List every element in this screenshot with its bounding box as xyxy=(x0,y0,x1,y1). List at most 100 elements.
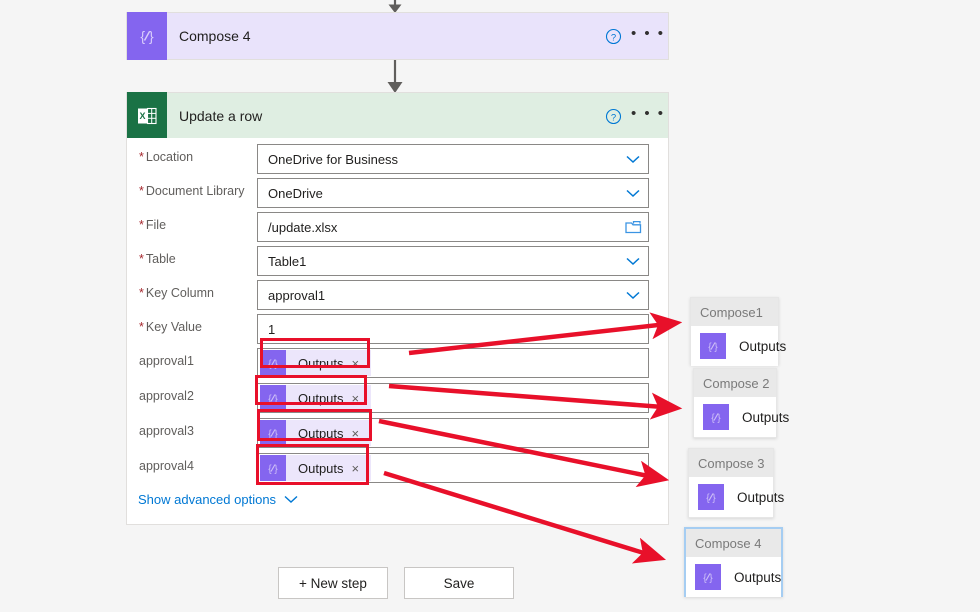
chevron-down-icon[interactable] xyxy=(618,291,648,300)
excel-icon: X xyxy=(127,92,167,140)
token-label: Outputs xyxy=(298,460,344,476)
ellipsis-icon[interactable]: • • • xyxy=(628,105,668,128)
svg-text:{ }: { } xyxy=(703,573,713,584)
approval3-token-input[interactable]: { } Outputs × xyxy=(257,418,649,448)
output-card-title: Compose 4 xyxy=(686,529,781,557)
output-label: Outputs xyxy=(739,338,787,354)
token-remove-icon[interactable]: × xyxy=(352,426,372,441)
approval4-token-input[interactable]: { } Outputs × xyxy=(257,453,649,483)
compose-braces-icon: { } xyxy=(703,404,729,430)
field-label-key-value: * Key Value xyxy=(139,320,202,334)
approval2-token-input[interactable]: { } Outputs × xyxy=(257,383,649,413)
update-a-row-form-panel: * Location OneDrive for Business * Documen… xyxy=(126,138,669,525)
chevron-down-icon[interactable] xyxy=(618,189,648,198)
svg-text:{ }: { } xyxy=(706,493,716,504)
field-row-document-library: * Document Library OneDrive xyxy=(127,178,668,212)
svg-text:{ }: { } xyxy=(711,413,721,424)
token-chip-outputs[interactable]: { } Outputs × xyxy=(260,350,372,376)
compose-braces-icon: { } xyxy=(127,12,167,60)
compose-braces-icon: { } xyxy=(260,350,286,376)
svg-text:{ }: { } xyxy=(268,464,278,475)
compose-braces-icon: { } xyxy=(695,564,721,590)
output-label: Outputs xyxy=(734,569,782,585)
output-card-body[interactable]: { } Outputs xyxy=(694,397,789,437)
output-card-body[interactable]: { } Outputs xyxy=(686,557,781,597)
output-card-compose-2[interactable]: Compose 2 { } Outputs xyxy=(693,368,789,438)
output-card-body[interactable]: { } Outputs xyxy=(691,326,786,366)
token-label: Outputs xyxy=(298,425,344,441)
svg-text:?: ? xyxy=(610,112,615,123)
svg-text:{ }: { } xyxy=(708,342,718,353)
folder-icon[interactable] xyxy=(618,220,648,234)
compose-braces-icon: { } xyxy=(260,385,286,411)
compose-braces-icon: { } xyxy=(698,484,724,510)
location-dropdown[interactable]: OneDrive for Business xyxy=(257,144,649,174)
output-label: Outputs xyxy=(737,489,785,505)
field-label-approval1: approval1 xyxy=(139,354,194,368)
new-step-button[interactable]: + New step xyxy=(278,567,388,599)
chevron-down-icon[interactable] xyxy=(618,155,648,164)
token-label: Outputs xyxy=(298,355,344,371)
token-chip-outputs[interactable]: { } Outputs × xyxy=(260,455,372,481)
approval1-token-input[interactable]: { } Outputs × xyxy=(257,348,649,378)
output-label: Outputs xyxy=(742,409,790,425)
field-label-approval3: approval3 xyxy=(139,424,194,438)
token-remove-icon[interactable]: × xyxy=(352,461,372,476)
field-row-approval1: approval1 { } Outputs × xyxy=(127,348,668,382)
chevron-down-icon[interactable] xyxy=(284,495,298,504)
compose-braces-icon: { } xyxy=(260,420,286,446)
svg-text:{ }: { } xyxy=(268,359,278,370)
table-dropdown[interactable]: Table1 xyxy=(257,246,649,276)
token-chip-outputs[interactable]: { } Outputs × xyxy=(260,385,372,411)
field-row-key-value: * Key Value 1 xyxy=(127,314,668,348)
ellipsis-icon[interactable]: • • • xyxy=(628,25,668,48)
token-label: Outputs xyxy=(298,390,344,406)
file-value: /update.xlsx xyxy=(268,219,338,235)
action-card-compose-4[interactable]: { } Compose 4 ? • • • xyxy=(126,12,669,60)
field-row-approval3: approval3 { } Outputs × xyxy=(127,418,668,452)
document-library-dropdown[interactable]: OneDrive xyxy=(257,178,649,208)
svg-text:{ }: { } xyxy=(268,429,278,440)
field-row-approval4: approval4 { } Outputs × xyxy=(127,453,668,487)
file-input[interactable]: /update.xlsx xyxy=(257,212,649,242)
field-label-location: * Location xyxy=(139,150,194,164)
field-label-table: * Table xyxy=(139,252,176,266)
required-marker: * xyxy=(139,286,144,300)
help-circle-icon[interactable]: ? xyxy=(598,108,628,125)
field-row-approval2: approval2 { } Outputs × xyxy=(127,383,668,417)
token-remove-icon[interactable]: × xyxy=(352,391,372,406)
output-card-title: Compose 2 xyxy=(694,369,776,397)
output-card-compose1[interactable]: Compose1 { } Outputs xyxy=(690,297,786,366)
svg-text:X: X xyxy=(139,111,145,121)
output-card-compose-4[interactable]: Compose 4 { } Outputs xyxy=(684,527,783,597)
output-card-title: Compose 3 xyxy=(689,449,773,477)
key-column-dropdown[interactable]: approval1 xyxy=(257,280,649,310)
required-marker: * xyxy=(139,150,144,164)
help-circle-icon[interactable]: ? xyxy=(598,28,628,45)
token-chip-outputs[interactable]: { } Outputs × xyxy=(260,420,372,446)
key-value-input[interactable]: 1 xyxy=(257,314,649,344)
field-label-approval4: approval4 xyxy=(139,459,194,473)
output-card-body[interactable]: { } Outputs xyxy=(689,477,784,517)
token-remove-icon[interactable]: × xyxy=(352,356,372,371)
field-row-file: * File /update.xlsx xyxy=(127,212,668,246)
action-card-update-a-row[interactable]: X Update a row ? • • • xyxy=(126,92,669,140)
table-value: Table1 xyxy=(268,253,307,269)
field-label-key-column: * Key Column xyxy=(139,286,214,300)
required-marker: * xyxy=(139,252,144,266)
document-library-value: OneDrive xyxy=(268,185,323,201)
action-title: Update a row xyxy=(179,108,263,124)
connector-arrow-middle xyxy=(375,60,415,94)
field-row-location: * Location OneDrive for Business xyxy=(127,144,668,178)
save-button[interactable]: Save xyxy=(404,567,514,599)
required-marker: * xyxy=(139,218,144,232)
field-label-file: * File xyxy=(139,218,167,232)
compose-braces-icon: { } xyxy=(260,455,286,481)
required-marker: * xyxy=(139,320,144,334)
output-card-compose-3[interactable]: Compose 3 { } Outputs xyxy=(688,448,784,518)
show-advanced-options-label: Show advanced options xyxy=(138,492,277,507)
chevron-down-icon[interactable] xyxy=(618,257,648,266)
required-marker: * xyxy=(139,184,144,198)
field-label-approval2: approval2 xyxy=(139,389,194,403)
show-advanced-options-link[interactable]: Show advanced options xyxy=(138,492,298,507)
